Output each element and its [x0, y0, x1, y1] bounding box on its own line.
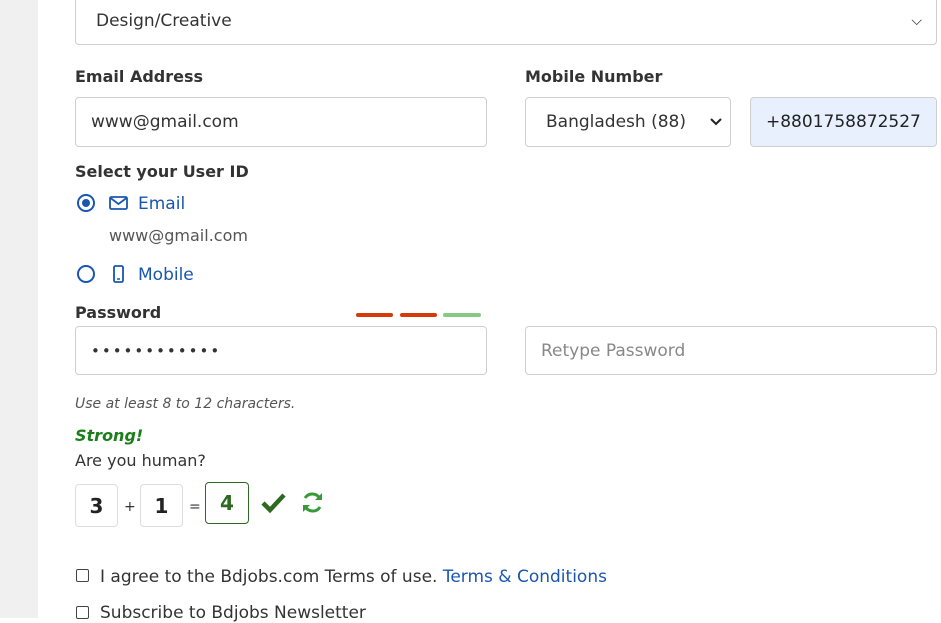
terms-checkbox[interactable]	[76, 569, 89, 582]
captcha-answer-field[interactable]: 4	[205, 482, 249, 524]
mobile-label: Mobile Number	[525, 67, 663, 86]
user-id-label: Select your User ID	[75, 162, 249, 181]
strength-bar-1	[356, 313, 393, 317]
email-value: www@gmail.com	[91, 112, 239, 132]
password-hint: Use at least 8 to 12 characters.	[75, 396, 296, 412]
category-select[interactable]: Design/Creative ⌵	[75, 0, 937, 45]
retype-password-placeholder: Retype Password	[541, 340, 686, 361]
newsletter-checkbox[interactable]	[76, 606, 89, 619]
captcha-plus: +	[124, 499, 136, 515]
mobile-number-value: +8801758872527	[766, 112, 921, 132]
user-id-mobile-label[interactable]: Mobile	[138, 265, 194, 285]
country-code-select[interactable]: Bangladesh (88)	[525, 97, 731, 147]
user-id-email-label[interactable]: Email	[138, 194, 185, 214]
terms-text: I agree to the Bdjobs.com Terms of use.	[100, 567, 438, 587]
password-field[interactable]: ••••••••••••	[75, 326, 487, 375]
strength-bar-2	[400, 313, 437, 317]
strength-bar-3	[443, 313, 481, 317]
captcha-question: Are you human?	[75, 451, 206, 470]
checkmark-icon	[261, 493, 286, 514]
terms-text-row: I agree to the Bdjobs.com Terms of use. …	[100, 567, 607, 587]
category-select-value: Design/Creative	[96, 10, 232, 31]
email-label: Email Address	[75, 67, 204, 86]
captcha-operand-a: 3	[75, 484, 118, 527]
refresh-icon[interactable]	[300, 490, 325, 515]
password-value: ••••••••••••	[91, 341, 222, 360]
left-gutter	[0, 0, 38, 618]
terms-conditions-link[interactable]: Terms & Conditions	[443, 567, 607, 587]
retype-password-field[interactable]: Retype Password	[525, 326, 937, 375]
newsletter-text: Subscribe to Bdjobs Newsletter	[100, 603, 366, 623]
captcha-operand-b: 1	[140, 484, 183, 527]
captcha-equals: =	[189, 499, 201, 515]
chevron-down-icon: ⌵	[911, 12, 922, 29]
password-label: Password	[75, 303, 162, 322]
user-id-mobile-radio[interactable]	[77, 265, 95, 283]
country-code-value: Bangladesh (88)	[546, 112, 686, 132]
user-id-email-detail: www@gmail.com	[109, 226, 248, 245]
password-strength-text: Strong!	[75, 426, 144, 445]
email-field[interactable]: www@gmail.com	[75, 97, 487, 147]
mobile-number-field[interactable]: +8801758872527	[750, 97, 937, 147]
chevron-down-icon	[710, 118, 722, 126]
phone-icon	[113, 265, 124, 283]
user-id-email-radio[interactable]	[77, 194, 95, 212]
mail-icon	[109, 196, 128, 210]
